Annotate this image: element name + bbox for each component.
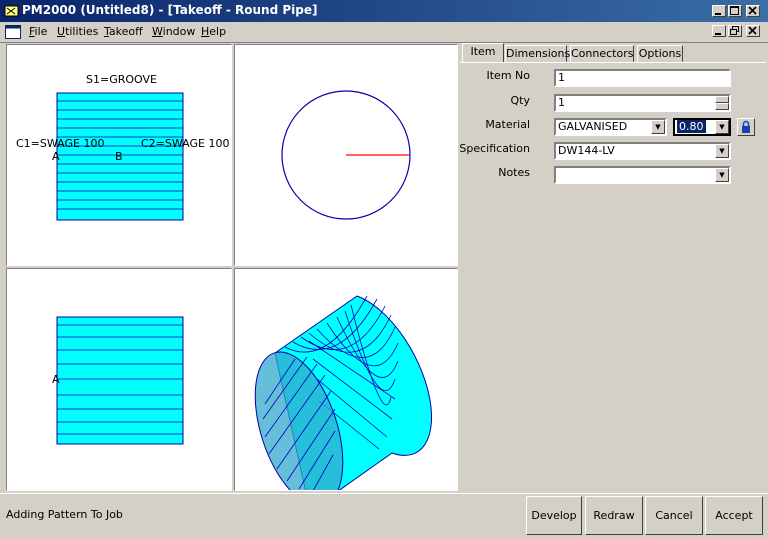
material-value: GALVANISED [558,120,628,133]
menu-utilities[interactable]: Utilities [57,25,98,38]
specification-value: DW144-LV [558,144,615,157]
elevation-point-a-label: A [52,373,60,386]
mdi-restore-button[interactable] [728,25,742,37]
item-no-label: Item No [486,69,531,82]
specification-select[interactable]: DW144-LV ▼ [554,142,731,160]
cancel-button[interactable]: Cancel [645,496,703,535]
isometric-view[interactable] [234,268,458,491]
menu-file[interactable]: File [29,25,47,38]
accept-button[interactable]: Accept [705,496,763,535]
develop-button[interactable]: Develop [526,496,582,535]
c1-label: C1=SWAGE 100 [16,137,105,150]
elevation-view[interactable]: A [6,268,232,491]
menu-bar: File Utilities Takeoff Window Help [0,22,768,43]
menu-help[interactable]: Help [201,25,226,38]
title-bar: PM2000 (Untitled8) - [Takeoff - Round Pi… [0,0,768,22]
menu-takeoff[interactable]: Takeoff [104,25,143,38]
document-icon [5,25,21,39]
end-view[interactable] [234,44,458,266]
gauge-select[interactable]: 0.80 ▼ [673,118,731,136]
menu-window[interactable]: Window [152,25,195,38]
specification-label: Specification [459,142,530,155]
point-b-label: B [115,150,123,163]
qty-spin-down-button[interactable] [715,103,729,110]
plan-view[interactable]: S1=GROOVE C1=SWAGE 100 C2=SWAGE 100 A B [6,44,232,266]
end-view-drawing [281,90,411,220]
gauge-value: 0.80 [677,120,706,133]
status-text: Adding Pattern To Job [6,508,123,521]
drawing-views: S1=GROOVE C1=SWAGE 100 C2=SWAGE 100 A B … [0,43,460,493]
point-a-label: A [52,150,60,163]
tab-options[interactable]: Options [637,45,683,62]
tab-dimensions[interactable]: Dimensions [505,45,570,62]
gauge-dropdown-arrow[interactable]: ▼ [715,120,729,134]
mdi-minimize-button[interactable] [712,25,726,37]
c2-label: C2=SWAGE 100 [141,137,230,150]
minimize-button[interactable] [712,5,726,17]
s1-label: S1=GROOVE [86,73,157,86]
notes-label: Notes [498,166,530,179]
close-button[interactable] [746,5,760,17]
material-dropdown-arrow[interactable]: ▼ [651,120,665,134]
material-select[interactable]: GALVANISED ▼ [554,118,667,136]
qty-label: Qty [510,94,530,107]
tab-connectors[interactable]: Connectors [570,45,634,62]
material-label: Material [485,118,530,131]
status-bar: Adding Pattern To Job Develop Redraw Can… [0,493,768,538]
qty-spin-up-button[interactable] [715,96,729,103]
app-icon [4,5,19,17]
notes-select[interactable]: ▼ [554,166,731,184]
tab-strip: Item Dimensions Connectors Options [460,43,766,63]
elevation-view-drawing [56,316,184,445]
tab-item[interactable]: Item [462,43,504,63]
lock-button[interactable] [737,118,755,136]
isometric-view-drawing [254,295,433,490]
window-title: PM2000 (Untitled8) - [Takeoff - Round Pi… [22,3,318,17]
item-no-field[interactable]: 1 [554,69,731,87]
qty-value: 1 [558,96,565,109]
specification-dropdown-arrow[interactable]: ▼ [715,144,729,158]
notes-dropdown-arrow[interactable]: ▼ [715,168,729,182]
properties-panel: Item Dimensions Connectors Options Item … [459,43,766,491]
qty-field[interactable]: 1 [554,94,731,112]
lock-icon [742,120,750,133]
redraw-button[interactable]: Redraw [585,496,643,535]
mdi-close-button[interactable] [746,25,760,37]
item-tab-body: Item No 1 Qty 1 Material GALVANISED ▼ 0.… [459,62,766,491]
maximize-button[interactable] [728,5,742,17]
